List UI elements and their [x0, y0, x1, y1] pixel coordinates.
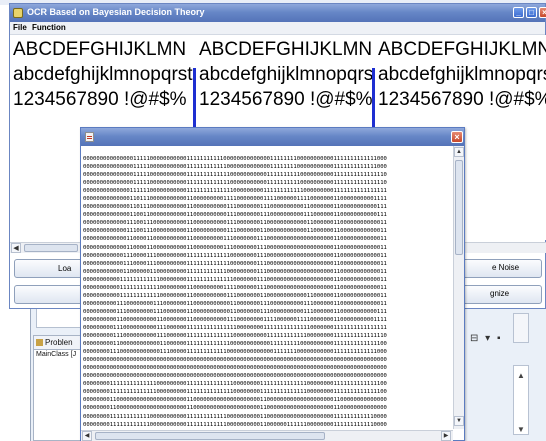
matrix-row: 0000000000011111111111100000000111111111… [83, 276, 387, 283]
sample-lowercase: abcdefghijklmnopqrst [13, 64, 193, 85]
matrix-row: 0000000000000000000000000000000000000000… [83, 373, 387, 380]
ide-right-scrollbars: ▲ ▼ [505, 305, 546, 441]
matrix-row: 0000000011111111111100000000000111111111… [83, 421, 387, 428]
matrix-row: 0000000011000000000000000000000110000000… [83, 397, 387, 404]
binary-matrix-text[interactable]: 0000000000000001111100000000000111111111… [83, 155, 452, 429]
sample-uppercase: ABCDEFGHIJKLMN [13, 39, 187, 60]
app-icon [13, 8, 23, 18]
menubar: File Function [10, 22, 545, 35]
scrollbar-thumb[interactable] [24, 244, 78, 252]
ide-console-row: MainClass [J [36, 351, 77, 358]
dialog-close-button[interactable]: × [451, 131, 463, 143]
recognize-button[interactable]: gnize [452, 285, 542, 304]
matrix-row: 0000000000000000000000000000000000000000… [83, 365, 387, 372]
matrix-row: 0000000000000001111100000000000111111111… [83, 172, 387, 179]
matrix-row: 0000000000001110000111000000000111111111… [83, 260, 387, 267]
matrix-row: 0000000001110000000000111000000111111111… [83, 333, 387, 340]
scroll-up-icon[interactable]: ▲ [454, 147, 464, 157]
dialog-horizontal-scrollbar[interactable]: ◀ ▶ [81, 430, 453, 441]
dialog-vertical-scrollbar[interactable]: ▲ ▼ [453, 146, 464, 429]
sample-digits: 1234567890 !@#$% [199, 89, 372, 110]
sample-digits: 1234567890 !@#$% [378, 89, 546, 110]
matrix-row: 0000000000000111001110000000000110000000… [83, 220, 387, 227]
scrollbar-thumb[interactable] [95, 432, 325, 440]
matrix-row: 0000000000111000000001110000000110000000… [83, 300, 387, 307]
matrix-row: 0000000000000110000110000000000110000000… [83, 244, 387, 251]
sample-digits: 1234567890 !@#$% [13, 89, 187, 110]
matrix-row: 0000000000001100000011000000000111111111… [83, 268, 387, 275]
scroll-left-icon[interactable]: ◀ [11, 243, 21, 253]
ide-problems-tab[interactable]: Problen [33, 335, 83, 349]
scroll-down-icon[interactable]: ▼ [517, 425, 525, 434]
matrix-row: 0000000001110000000000111000000111111111… [83, 324, 387, 331]
minimize-button[interactable]: _ [513, 7, 524, 18]
matrix-row: 0000000000000000000000000000000000000000… [83, 357, 387, 364]
matrix-row: 0000000000000011011100000000000110000000… [83, 196, 387, 203]
matrix-row: 0000000011111111111111000000000111111111… [83, 381, 387, 388]
scroll-left-icon[interactable]: ◀ [82, 431, 92, 441]
matrix-row: 0000000011100000000000011100000111111111… [83, 349, 387, 356]
matrix-row: 0000000000000001111100000000000111111111… [83, 164, 387, 171]
matrix-row: 0000000000000111001110000000000110000000… [83, 228, 387, 235]
scroll-down-icon[interactable]: ▼ [454, 416, 464, 426]
maximize-button[interactable]: □ [526, 7, 537, 18]
sample-lowercase: abcdefghijklmnopqrst [199, 64, 372, 85]
matrix-row: 0000000000111000000001110000000110000000… [83, 308, 387, 315]
sample-uppercase: ABCDEFGHIJKLMN [199, 39, 372, 60]
ide-problems-tab-label: Problen [45, 338, 73, 347]
problems-icon [36, 339, 43, 346]
ocr-titlebar[interactable]: OCR Based on Bayesian Decision Theory _ … [10, 4, 546, 22]
scrollbar-thumb[interactable] [455, 160, 463, 255]
matrix-row: 0000000000000001111100000000000111111111… [83, 180, 387, 187]
scroll-up-icon[interactable]: ▲ [517, 371, 525, 380]
matrix-row: 0000000000110000000000110000000110000000… [83, 316, 387, 323]
menu-function[interactable]: Function [32, 23, 66, 32]
remove-noise-button[interactable]: e Noise [452, 259, 542, 278]
matrix-row: 0000000000001110000111000000000111111111… [83, 252, 387, 259]
sample-lowercase: abcdefghijklmnopqrst [378, 64, 546, 85]
matrix-row: 0000000011111111111111000000000111111111… [83, 389, 387, 396]
binary-matrix-dialog: × 00000000000000011111000000000001111111… [80, 127, 465, 441]
matrix-row: 0000000011111111111100000000000111111111… [83, 413, 387, 420]
ide-scrollbar-upper[interactable] [513, 313, 529, 343]
matrix-row: 0000000000011111111111100000000110000000… [83, 292, 387, 299]
matrix-row: 0000000001100000000000011000000111111111… [83, 341, 387, 348]
scroll-right-icon[interactable]: ▶ [441, 431, 451, 441]
window-title: OCR Based on Bayesian Decision Theory [27, 7, 205, 17]
matrix-row: 0000000000000011011100000000000110000000… [83, 204, 387, 211]
matrix-row: 0000000011000000000000000000000110000000… [83, 405, 387, 412]
java-window-icon [85, 132, 94, 142]
sample-uppercase: ABCDEFGHIJKLMN [378, 39, 546, 60]
matrix-row: 0000000000011111111111100000000110000000… [83, 284, 387, 291]
close-button[interactable]: × [539, 7, 546, 18]
ide-editor-corner [36, 308, 86, 328]
menu-file[interactable]: File [13, 23, 27, 32]
matrix-row: 0000000000000110000110000000000110000000… [83, 236, 387, 243]
matrix-row: 0000000000000001111100000000000111111111… [83, 156, 387, 162]
matrix-row: 0000000000000011001100000000000110000000… [83, 212, 387, 219]
ide-console-list[interactable]: MainClass [J [33, 349, 85, 441]
matrix-row: 0000000000000011111100000000000111111111… [83, 188, 387, 195]
dialog-titlebar[interactable]: × [81, 128, 464, 146]
